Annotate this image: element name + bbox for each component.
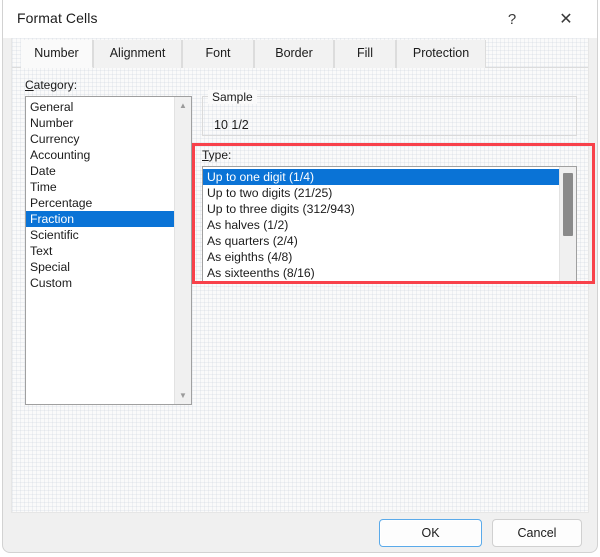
category-list-item[interactable]: Currency bbox=[26, 131, 174, 147]
category-list-item[interactable]: Number bbox=[26, 115, 174, 131]
type-scrollbar-thumb[interactable] bbox=[563, 173, 573, 236]
category-list-item[interactable]: Scientific bbox=[26, 227, 174, 243]
triangle-up-icon[interactable]: ▲ bbox=[175, 97, 191, 114]
sample-group-box bbox=[202, 96, 577, 136]
category-listbox[interactable]: GeneralNumberCurrencyAccountingDateTimeP… bbox=[25, 96, 192, 405]
category-list-item[interactable]: Custom bbox=[26, 275, 174, 291]
category-list-item[interactable]: Time bbox=[26, 179, 174, 195]
sample-label: Sample bbox=[208, 90, 257, 104]
category-list-item[interactable]: Special bbox=[26, 259, 174, 275]
type-label-rest: ype: bbox=[209, 148, 232, 162]
tab-number[interactable]: Number bbox=[21, 40, 93, 68]
sample-value: 10 1/2 bbox=[214, 118, 249, 132]
tab-fill[interactable]: Fill bbox=[334, 40, 396, 68]
category-list-item[interactable]: Date bbox=[26, 163, 174, 179]
type-list-item[interactable]: Up to two digits (21/25) bbox=[203, 185, 559, 201]
type-list-item[interactable]: As sixteenths (8/16) bbox=[203, 265, 559, 281]
dialog-title: Format Cells bbox=[17, 10, 98, 26]
help-icon[interactable]: ? bbox=[495, 4, 529, 34]
format-cells-dialog: Format Cells ? ✕ Number Alignment Font B… bbox=[2, 0, 598, 553]
type-list-item[interactable]: Up to one digit (1/4) bbox=[203, 169, 559, 185]
dialog-content: Number Alignment Font Border Fill Protec… bbox=[11, 38, 589, 513]
tab-strip: Number Alignment Font Border Fill Protec… bbox=[12, 38, 588, 68]
type-label-accel: T bbox=[202, 148, 209, 162]
ok-button[interactable]: OK bbox=[379, 519, 482, 547]
type-list-item[interactable]: As eighths (4/8) bbox=[203, 249, 559, 265]
type-label: Type: bbox=[202, 148, 231, 162]
type-list-item[interactable]: Up to three digits (312/943) bbox=[203, 201, 559, 217]
type-scrollbar[interactable] bbox=[559, 167, 576, 281]
category-list-item[interactable]: Percentage bbox=[26, 195, 174, 211]
close-icon[interactable]: ✕ bbox=[549, 4, 583, 34]
category-label-rest: ategory: bbox=[34, 78, 77, 92]
type-listbox[interactable]: Up to one digit (1/4)Up to two digits (2… bbox=[202, 166, 577, 282]
tab-protection[interactable]: Protection bbox=[396, 40, 486, 68]
title-bar: Format Cells ? ✕ bbox=[3, 0, 597, 38]
category-list-item[interactable]: Text bbox=[26, 243, 174, 259]
triangle-down-icon[interactable]: ▼ bbox=[175, 387, 191, 404]
category-scrollbar[interactable]: ▲ ▼ bbox=[174, 97, 191, 404]
category-list-item[interactable]: Accounting bbox=[26, 147, 174, 163]
category-list-items[interactable]: GeneralNumberCurrencyAccountingDateTimeP… bbox=[26, 97, 174, 404]
type-list-item[interactable]: As quarters (2/4) bbox=[203, 233, 559, 249]
category-label: Category: bbox=[25, 78, 77, 92]
tab-font[interactable]: Font bbox=[182, 40, 254, 68]
cancel-button[interactable]: Cancel bbox=[492, 519, 582, 547]
type-list-item[interactable]: As halves (1/2) bbox=[203, 217, 559, 233]
tab-border[interactable]: Border bbox=[254, 40, 334, 68]
category-label-accel: C bbox=[25, 78, 34, 92]
category-list-item[interactable]: Fraction bbox=[26, 211, 174, 227]
type-list-items[interactable]: Up to one digit (1/4)Up to two digits (2… bbox=[203, 167, 559, 281]
category-list-item[interactable]: General bbox=[26, 99, 174, 115]
tab-alignment[interactable]: Alignment bbox=[93, 40, 182, 68]
